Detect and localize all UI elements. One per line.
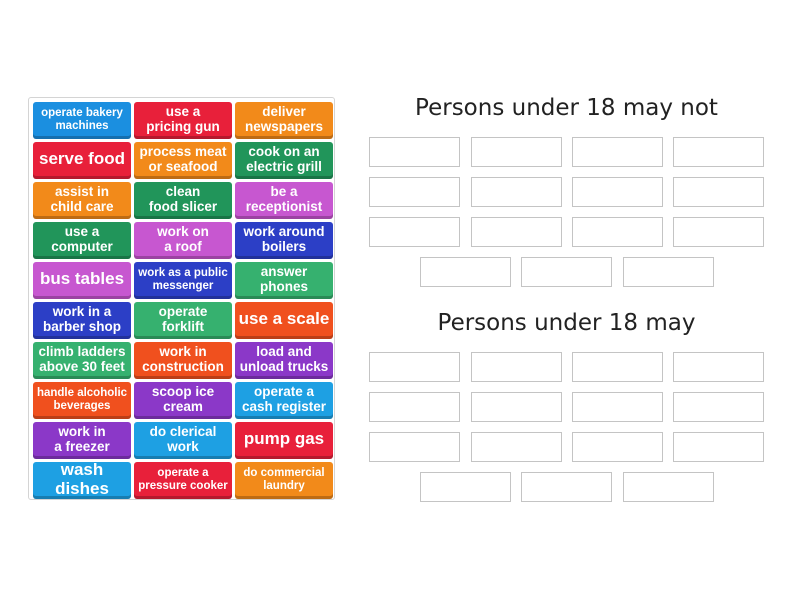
drop-slot-may[interactable] [471,352,562,382]
word-tile-label: work in a freezer [54,423,110,454]
group-title-may-not: Persons under 18 may not [415,95,718,121]
group-title-may: Persons under 18 may [437,310,696,336]
word-tile-label: use a scale [238,309,330,329]
drop-slot-may[interactable] [673,392,764,422]
drop-slot-may[interactable] [623,472,714,502]
word-tile-label: deliver newspapers [244,103,324,134]
word-tile[interactable]: process meat or seafood [134,142,232,179]
word-tile-label: operate a pressure cooker [138,466,228,492]
word-tile-label: operate bakery machines [41,106,123,132]
drop-slot-may-not[interactable] [420,257,511,287]
word-tile[interactable]: answer phones [235,262,333,299]
word-tile[interactable]: be a receptionist [235,182,333,219]
word-tile[interactable]: work as a public messenger [134,262,232,299]
word-tile[interactable]: operate a pressure cooker [134,462,232,499]
word-tile-label: cook on an electric grill [246,143,322,174]
drop-slot-may-not[interactable] [369,217,460,247]
drop-slot-may-not[interactable] [521,257,612,287]
drop-slot-may-not[interactable] [673,137,764,167]
word-tile[interactable]: work in construction [134,342,232,379]
drop-slot-may[interactable] [521,472,612,502]
drop-slot-may[interactable] [369,432,460,462]
drop-slot-may[interactable] [572,432,663,462]
drop-slot-may[interactable] [420,472,511,502]
word-tile[interactable]: scoop ice cream [134,382,232,419]
word-tile[interactable]: do clerical work [134,422,232,459]
drop-slot-may[interactable] [471,392,562,422]
word-tile[interactable]: work on a roof [134,222,232,259]
word-tile-label: use a computer [51,223,113,254]
drop-slot-may[interactable] [471,432,562,462]
word-tile-label: scoop ice cream [151,383,215,414]
word-tile-label: climb ladders above 30 feet [38,343,126,374]
word-tile[interactable]: use a pricing gun [134,102,232,139]
drop-slot-may-not[interactable] [673,177,764,207]
word-tile-label: assist in child care [50,183,114,214]
drop-slot-may-not[interactable] [572,137,663,167]
word-tile[interactable]: bus tables [33,262,131,299]
drop-slot-may[interactable] [572,352,663,382]
word-tile[interactable]: handle alcoholic beverages [33,382,131,419]
word-tile-label: pump gas [243,429,325,449]
drop-slot-may[interactable] [572,392,663,422]
word-tile-label: be a receptionist [245,183,323,214]
word-tile[interactable]: work in a freezer [33,422,131,459]
word-tile[interactable]: use a scale [235,302,333,339]
word-tile-label: use a pricing gun [146,103,220,134]
word-tile[interactable]: work in a barber shop [33,302,131,339]
word-tile[interactable]: climb ladders above 30 feet [33,342,131,379]
word-tile[interactable]: operate forklift [134,302,232,339]
word-tile-label: work in construction [142,343,224,374]
word-tile[interactable]: work around boilers [235,222,333,259]
word-tile[interactable]: serve food [33,142,131,179]
word-tile[interactable]: operate bakery machines [33,102,131,139]
word-tile[interactable]: wash dishes [33,462,131,499]
word-tile-label: load and unload trucks [239,343,329,374]
word-tile[interactable]: pump gas [235,422,333,459]
drop-slot-may-not[interactable] [471,217,562,247]
word-tile-label: answer phones [259,263,308,294]
word-tile[interactable]: cook on an electric grill [235,142,333,179]
word-tile-label: work in a barber shop [42,303,121,334]
word-tile-label: operate a cash register [241,383,327,414]
word-tile-label: operate forklift [158,303,208,334]
word-tile[interactable]: deliver newspapers [235,102,333,139]
tile-bank: operate bakery machines use a pricing gun… [28,97,335,500]
word-tile-label: process meat or seafood [139,143,227,174]
word-tile-label: work on a roof [157,223,209,254]
word-tile[interactable]: do commercial laundry [235,462,333,499]
word-tile-label: do commercial laundry [243,466,325,492]
word-tile[interactable]: load and unload trucks [235,342,333,379]
drop-slot-may-not[interactable] [673,217,764,247]
word-tile-label: do clerical work [149,423,217,454]
word-tile-label: clean food slicer [148,183,218,214]
drop-slot-may[interactable] [369,392,460,422]
drop-slot-may-not[interactable] [369,137,460,167]
drop-slot-may[interactable] [673,352,764,382]
drop-slot-may-not[interactable] [572,177,663,207]
drop-slot-may-not[interactable] [471,177,562,207]
drop-slot-may-not[interactable] [471,137,562,167]
word-tile-label: work around boilers [243,223,325,254]
word-tile[interactable]: operate a cash register [235,382,333,419]
word-tile[interactable]: clean food slicer [134,182,232,219]
drop-slot-may-not[interactable] [369,177,460,207]
word-tile-label: wash dishes [55,462,109,498]
drop-slot-may-not[interactable] [572,217,663,247]
word-tile-label: handle alcoholic beverages [36,386,128,412]
drop-slot-may-not[interactable] [623,257,714,287]
word-tile[interactable]: use a computer [33,222,131,259]
drop-slot-may[interactable] [369,352,460,382]
word-tile[interactable]: assist in child care [33,182,131,219]
drop-slot-may[interactable] [673,432,764,462]
word-tile-label: bus tables [39,269,125,289]
word-tile-label: serve food [39,149,125,169]
word-tile-label: work as a public messenger [138,266,228,292]
